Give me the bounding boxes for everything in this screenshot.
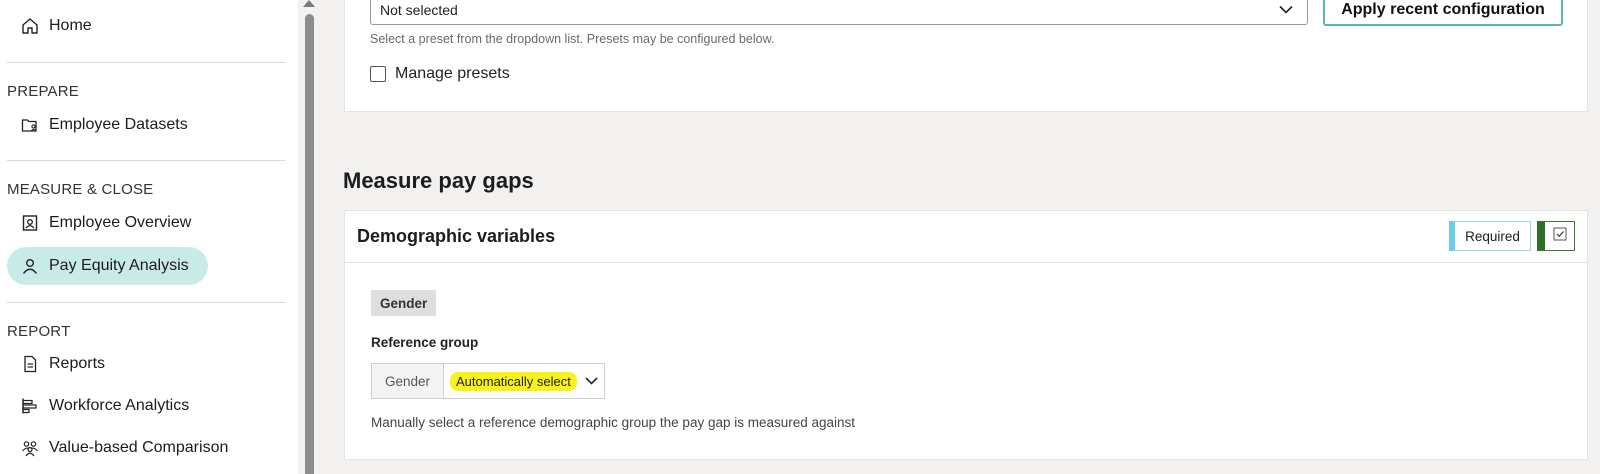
group-icon (21, 439, 39, 457)
sidebar-item-home[interactable]: Home (7, 7, 92, 45)
home-icon (21, 17, 39, 35)
preset-helper-text: Select a preset from the dropdown list. … (370, 32, 775, 46)
document-icon (21, 355, 39, 373)
reference-group-value: Automatically select (450, 371, 577, 391)
sidebar-item-label: Pay Equity Analysis (49, 257, 189, 274)
sidebar-item-workforce-analytics[interactable]: Workforce Analytics (7, 387, 189, 425)
section-heading-prepare: PREPARE (7, 83, 79, 100)
card-title: Demographic variables (357, 226, 556, 246)
id-badge-icon (21, 214, 39, 232)
reference-group-label: Reference group (371, 335, 479, 350)
sidebar-item-label: Home (49, 17, 92, 34)
folder-user-icon (21, 116, 39, 134)
preset-select[interactable]: Not selected (370, 0, 1308, 25)
chevron-down-icon (1279, 1, 1293, 17)
sidebar-item-employee-datasets[interactable]: Employee Datasets (7, 106, 188, 144)
manage-presets-checkbox[interactable] (370, 66, 386, 82)
sidebar-item-label: Value-based Comparison (49, 439, 229, 456)
presets-card: Not selected Apply recent configuration … (344, 0, 1588, 112)
sidebar-item-label: Reports (49, 355, 106, 372)
reference-group-prefix: Gender (372, 364, 444, 398)
manage-presets-row[interactable]: Manage presets (370, 65, 510, 83)
divider (7, 160, 285, 161)
manage-presets-label: Manage presets (395, 65, 510, 82)
reference-group-select[interactable]: Automatically select (444, 364, 604, 398)
divider (7, 302, 285, 303)
bar-chart-icon (21, 397, 39, 415)
sidebar-item-reports[interactable]: Reports (7, 345, 105, 383)
user-icon (21, 257, 39, 275)
sidebar-item-label: Workforce Analytics (49, 397, 190, 414)
completed-badge (1537, 221, 1575, 251)
scroll-up-arrow-icon[interactable] (303, 0, 315, 7)
sidebar-item-employee-overview[interactable]: Employee Overview (7, 204, 191, 242)
sidebar: Home PREPARE Employee Datasets MEASURE &… (0, 0, 298, 474)
section-title: Measure pay gaps (343, 168, 534, 193)
apply-recent-configuration-button[interactable]: Apply recent configuration (1323, 0, 1563, 26)
checkbox-check-icon (1553, 227, 1567, 246)
variable-tag-gender: Gender (371, 290, 437, 316)
section-heading-report: REPORT (7, 323, 71, 340)
sidebar-item-value-based-comparison[interactable]: Value-based Comparison (7, 429, 228, 467)
chevron-down-icon (585, 372, 598, 390)
sidebar-item-label: Employee Overview (49, 214, 192, 231)
reference-group-helper-text: Manually select a reference demographic … (371, 415, 856, 430)
reference-group-field: Gender Automatically select (371, 363, 605, 399)
required-badge: Required (1449, 221, 1531, 251)
preset-select-value: Not selected (380, 2, 458, 18)
sidebar-item-pay-equity-analysis[interactable]: Pay Equity Analysis (7, 247, 208, 285)
section-heading-measure-close: MEASURE & CLOSE (7, 181, 154, 198)
card-header: Demographic variables Required (345, 211, 1587, 263)
sidebar-item-label: Employee Datasets (49, 116, 188, 133)
scrollbar-thumb[interactable] (305, 14, 314, 474)
divider (7, 62, 285, 63)
demographic-variables-card: Demographic variables Required Gender Re… (344, 210, 1588, 460)
